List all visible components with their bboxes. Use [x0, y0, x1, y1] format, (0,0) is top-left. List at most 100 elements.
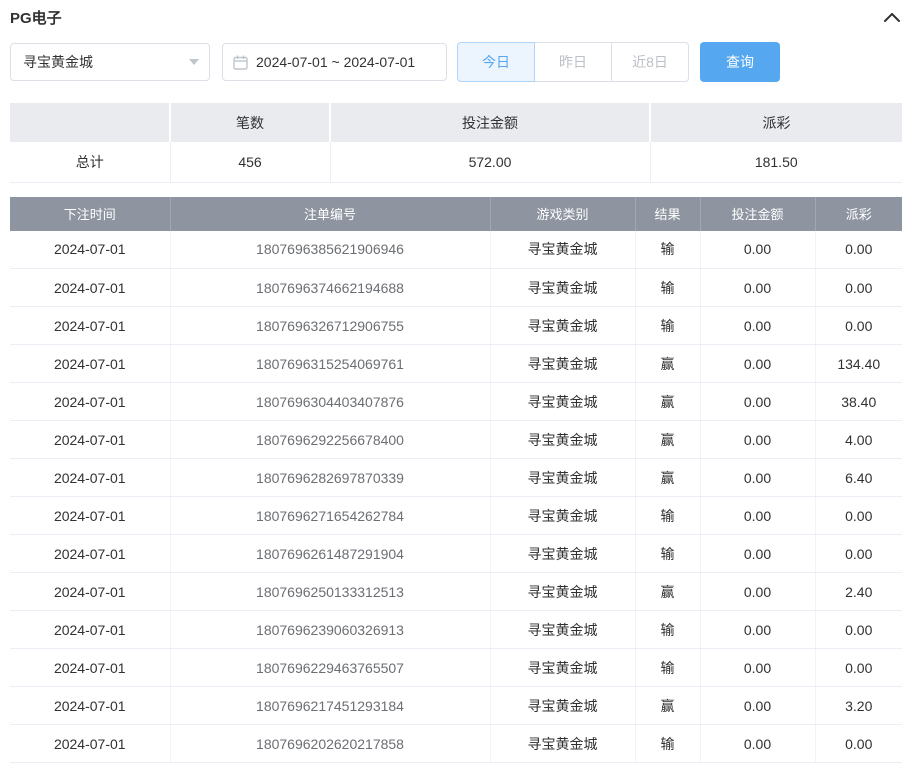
- cell-order-number: 1807696229463765507: [170, 649, 490, 687]
- cell-result: 赢: [635, 459, 700, 497]
- cell-payout: 134.40: [815, 345, 902, 383]
- cell-bet-time: 2024-07-01: [10, 383, 170, 421]
- cell-bet-amount: 0.00: [700, 535, 815, 573]
- page-title: PG电子: [10, 7, 62, 28]
- cell-result: 赢: [635, 573, 700, 611]
- table-row: 2024-07-01 1807696261487291904 寻宝黄金城 输 0…: [10, 535, 902, 573]
- cell-order-number: 1807696271654262784: [170, 497, 490, 535]
- cell-bet-time: 2024-07-01: [10, 497, 170, 535]
- cell-result: 赢: [635, 421, 700, 459]
- table-row: 2024-07-01 1807696282697870339 寻宝黄金城 赢 0…: [10, 459, 902, 497]
- table-row: 2024-07-01 1807696217451293184 寻宝黄金城 赢 0…: [10, 687, 902, 725]
- table-row: 2024-07-01 1807696229463765507 寻宝黄金城 输 0…: [10, 649, 902, 687]
- cell-bet-time: 2024-07-01: [10, 345, 170, 383]
- cell-bet-amount: 0.00: [700, 269, 815, 307]
- cell-bet-time: 2024-07-01: [10, 649, 170, 687]
- cell-bet-time: 2024-07-01: [10, 573, 170, 611]
- summary-header-row: 笔数 投注金额 派彩: [10, 103, 902, 142]
- cell-payout: 2.40: [815, 573, 902, 611]
- cell-bet-amount: 0.00: [700, 611, 815, 649]
- panel-header: PG电子: [10, 0, 902, 34]
- last-8-days-button[interactable]: 近8日: [611, 42, 689, 82]
- table-row: 2024-07-01 1807696374662194688 寻宝黄金城 输 0…: [10, 269, 902, 307]
- cell-result: 输: [635, 649, 700, 687]
- col-header-bet-amount: 投注金额: [700, 197, 815, 231]
- cell-game-category: 寻宝黄金城: [490, 725, 635, 763]
- cell-order-number: 1807696282697870339: [170, 459, 490, 497]
- cell-payout: 0.00: [815, 231, 902, 269]
- summary-col-empty: [10, 103, 170, 142]
- summary-total-payout: 181.50: [650, 142, 902, 182]
- cell-payout: 38.40: [815, 383, 902, 421]
- summary-col-payout: 派彩: [650, 103, 902, 142]
- cell-bet-amount: 0.00: [700, 725, 815, 763]
- cell-bet-amount: 0.00: [700, 231, 815, 269]
- cell-bet-time: 2024-07-01: [10, 725, 170, 763]
- cell-game-category: 寻宝黄金城: [490, 383, 635, 421]
- game-select[interactable]: 寻宝黄金城: [10, 43, 210, 81]
- cell-bet-amount: 0.00: [700, 497, 815, 535]
- cell-game-category: 寻宝黄金城: [490, 459, 635, 497]
- cell-bet-time: 2024-07-01: [10, 611, 170, 649]
- table-row: 2024-07-01 1807696202620217858 寻宝黄金城 输 0…: [10, 725, 902, 763]
- cell-order-number: 1807696385621906946: [170, 231, 490, 269]
- table-row: 2024-07-01 1807696250133312513 寻宝黄金城 赢 0…: [10, 573, 902, 611]
- cell-bet-amount: 0.00: [700, 573, 815, 611]
- chevron-up-icon[interactable]: [882, 9, 902, 26]
- summary-total-row: 总计 456 572.00 181.50: [10, 142, 902, 182]
- cell-order-number: 1807696217451293184: [170, 687, 490, 725]
- cell-order-number: 1807696202620217858: [170, 725, 490, 763]
- cell-result: 输: [635, 307, 700, 345]
- cell-bet-time: 2024-07-01: [10, 535, 170, 573]
- cell-bet-time: 2024-07-01: [10, 307, 170, 345]
- cell-game-category: 寻宝黄金城: [490, 269, 635, 307]
- date-range-input[interactable]: 2024-07-01 ~ 2024-07-01: [222, 43, 447, 81]
- col-header-result: 结果: [635, 197, 700, 231]
- quick-date-button-group: 今日 昨日 近8日: [457, 42, 689, 82]
- cell-order-number: 1807696261487291904: [170, 535, 490, 573]
- summary-total-count: 456: [170, 142, 330, 182]
- cell-result: 输: [635, 497, 700, 535]
- chevron-down-icon: [189, 59, 199, 65]
- summary-table: 笔数 投注金额 派彩 总计 456 572.00 181.50: [10, 103, 902, 183]
- summary-total-label: 总计: [10, 142, 170, 182]
- cell-game-category: 寻宝黄金城: [490, 687, 635, 725]
- cell-bet-amount: 0.00: [700, 345, 815, 383]
- today-button[interactable]: 今日: [457, 42, 535, 82]
- cell-bet-amount: 0.00: [700, 421, 815, 459]
- col-header-bet-time: 下注时间: [10, 197, 170, 231]
- table-row: 2024-07-01 1807696385621906946 寻宝黄金城 输 0…: [10, 231, 902, 269]
- col-header-order-number: 注单编号: [170, 197, 490, 231]
- col-header-payout: 派彩: [815, 197, 902, 231]
- pg-panel: PG电子 寻宝黄金城 2024-07-01 ~ 2024-07-01: [0, 0, 912, 763]
- cell-order-number: 1807696326712906755: [170, 307, 490, 345]
- cell-bet-time: 2024-07-01: [10, 421, 170, 459]
- cell-order-number: 1807696239060326913: [170, 611, 490, 649]
- cell-bet-time: 2024-07-01: [10, 459, 170, 497]
- records-table-body: 2024-07-01 1807696385621906946 寻宝黄金城 输 0…: [10, 231, 902, 763]
- bet-records-table: 下注时间 注单编号 游戏类别 结果 投注金额 派彩 2024-07-01 180…: [10, 197, 902, 763]
- summary-col-bet-amount: 投注金额: [330, 103, 650, 142]
- table-row: 2024-07-01 1807696315254069761 寻宝黄金城 赢 0…: [10, 345, 902, 383]
- cell-result: 输: [635, 535, 700, 573]
- cell-payout: 0.00: [815, 725, 902, 763]
- cell-order-number: 1807696304403407876: [170, 383, 490, 421]
- cell-order-number: 1807696315254069761: [170, 345, 490, 383]
- cell-payout: 0.00: [815, 535, 902, 573]
- cell-payout: 0.00: [815, 649, 902, 687]
- cell-result: 赢: [635, 687, 700, 725]
- calendar-icon: [233, 55, 248, 70]
- yesterday-button[interactable]: 昨日: [534, 42, 612, 82]
- cell-result: 赢: [635, 383, 700, 421]
- query-button[interactable]: 查询: [700, 42, 780, 82]
- cell-payout: 3.20: [815, 687, 902, 725]
- cell-result: 输: [635, 231, 700, 269]
- table-row: 2024-07-01 1807696292256678400 寻宝黄金城 赢 0…: [10, 421, 902, 459]
- cell-payout: 0.00: [815, 497, 902, 535]
- date-range-value: 2024-07-01 ~ 2024-07-01: [256, 54, 415, 70]
- cell-payout: 0.00: [815, 611, 902, 649]
- col-header-game-category: 游戏类别: [490, 197, 635, 231]
- cell-order-number: 1807696250133312513: [170, 573, 490, 611]
- cell-bet-time: 2024-07-01: [10, 687, 170, 725]
- cell-game-category: 寻宝黄金城: [490, 345, 635, 383]
